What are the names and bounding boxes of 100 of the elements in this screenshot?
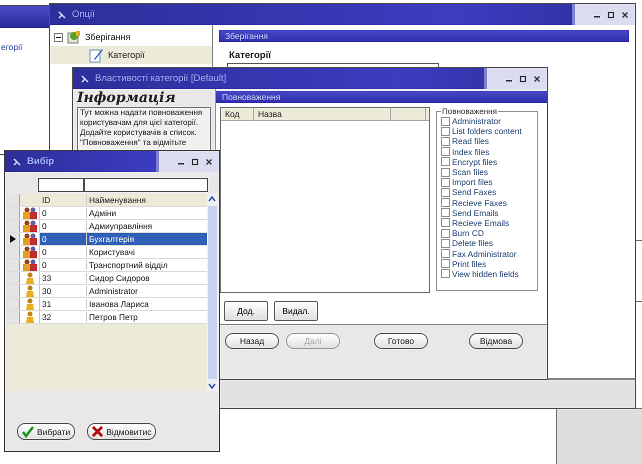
checkbox[interactable] (441, 249, 450, 258)
checkbox[interactable] (441, 178, 450, 187)
checkbox[interactable] (441, 147, 450, 156)
close-button[interactable] (205, 158, 213, 166)
column-header[interactable]: Назва (254, 108, 391, 120)
scroll-down-icon[interactable] (207, 381, 217, 391)
user-group-icon (22, 259, 38, 271)
grid-row[interactable]: 0 Користувачі (6, 246, 207, 259)
wizard-button[interactable]: Готово (374, 333, 428, 349)
permission-checkbox[interactable]: Print files (441, 258, 535, 269)
scroll-thumb[interactable] (208, 206, 217, 379)
info-heading: Інформація (77, 90, 177, 106)
checkbox[interactable] (441, 208, 450, 218)
permission-checkbox[interactable]: Send Faxes (441, 187, 535, 198)
checkbox[interactable] (441, 259, 450, 268)
filter-field[interactable] (38, 178, 84, 192)
checkbox[interactable] (441, 157, 450, 166)
panel-header: Зберігання (219, 30, 629, 42)
checkbox[interactable] (441, 116, 450, 126)
permission-checkbox[interactable]: Encrypt files (441, 156, 535, 167)
table-cell: 0 (40, 260, 87, 270)
grid-row[interactable]: 30 Administrator (6, 285, 207, 298)
row-pointer-icon (10, 235, 16, 243)
user-icon (24, 285, 36, 297)
user-group-icon (22, 207, 38, 219)
grid-row[interactable]: 0 Транспортний відділ (6, 259, 207, 272)
window-title: Опції (72, 9, 95, 20)
scroll-up-icon[interactable] (207, 194, 217, 204)
checkbox[interactable] (441, 218, 450, 228)
group-title: Повноваження (441, 107, 498, 116)
table-cell-text: Адміни (88, 208, 118, 218)
window-title: Властивості категорії [Default] (95, 73, 226, 84)
grid-row[interactable]: 0 Адміни (6, 207, 207, 220)
window-title: Вибір (27, 156, 54, 167)
permission-checkbox[interactable]: Read files (441, 136, 535, 147)
permission-checkbox[interactable]: Burn CD (441, 228, 535, 238)
checkbox[interactable] (441, 168, 450, 177)
maximize-button[interactable] (191, 158, 199, 166)
table-cell: 33 (40, 273, 87, 283)
table-cell: Бухгалтерія (87, 233, 207, 245)
permission-checkbox[interactable]: Recieve Emails (441, 218, 535, 228)
permission-checkbox[interactable]: View hidden fields (441, 268, 535, 279)
permission-checkbox[interactable]: Delete files (441, 238, 535, 248)
user-group-icon (22, 233, 38, 245)
maximize-button[interactable] (607, 10, 615, 18)
checkbox[interactable] (441, 228, 450, 238)
tree-item[interactable]: Категорії (50, 46, 212, 64)
permission-checkbox[interactable]: Send Emails (441, 208, 535, 218)
table-cell-text: Сидор Сидоров (88, 273, 151, 283)
app-icon (81, 74, 89, 82)
permission-checkbox[interactable]: Fax Administrator (441, 248, 535, 259)
checkbox[interactable] (441, 126, 450, 136)
permission-checkbox[interactable]: List folders content (441, 126, 535, 136)
table-cell: 0 (40, 233, 87, 245)
column-header[interactable]: Код (221, 108, 254, 120)
checkbox[interactable] (441, 188, 450, 197)
user-icon (24, 272, 36, 284)
permission-checkbox[interactable]: Administrator (441, 116, 535, 126)
checkbox[interactable] (441, 136, 450, 146)
wizard-button[interactable]: Назад (225, 333, 279, 349)
tree-item[interactable]: егорії (1, 42, 49, 52)
grid-row[interactable]: 31 Іванова Лариса (6, 298, 207, 311)
scrollbar[interactable] (207, 194, 218, 391)
dialog-button[interactable]: Відмовитис (87, 423, 156, 440)
dialog-button[interactable]: Вибрати (17, 423, 76, 440)
table-cell: 30 (40, 286, 87, 296)
table-cell: 32 (40, 312, 87, 322)
table-cell: 0 (40, 221, 87, 231)
pencil-icon (88, 47, 104, 63)
filter-field[interactable] (84, 178, 208, 192)
grid-row[interactable]: 33 Сидор Сидоров (6, 272, 207, 285)
grid-row[interactable]: 32 Петров Петр (6, 311, 207, 324)
table-cell: 0 (40, 247, 87, 257)
column-header[interactable]: Найменування (87, 195, 207, 205)
permission-checkbox[interactable]: Scan files (441, 166, 535, 178)
maximize-button[interactable] (519, 74, 527, 82)
grid-row[interactable]: 0 Бухгалтерія (6, 233, 207, 246)
grid-row[interactable]: 0 Адмиуправління (6, 220, 207, 233)
permission-checkbox[interactable]: Recieve Faxes (441, 198, 535, 208)
checkbox[interactable] (441, 269, 450, 278)
storage-icon (67, 30, 81, 44)
collapse-icon[interactable] (54, 32, 63, 42)
checkbox[interactable] (441, 198, 450, 208)
list-button[interactable]: Видал. (274, 301, 318, 321)
list-button[interactable]: Дод. (224, 301, 268, 321)
row-indicator[interactable] (6, 233, 20, 245)
table-cell: 31 (40, 299, 87, 309)
column-header[interactable]: ID (40, 195, 87, 205)
tree-item[interactable]: Зберігання (50, 28, 212, 46)
section-title: Категорії (229, 50, 272, 61)
permission-checkbox[interactable]: Import files (441, 177, 535, 188)
user-group-icon (22, 246, 38, 258)
table-cell-text: Користувачі (88, 247, 136, 257)
table-cell-text: Administrator (88, 286, 139, 296)
permission-checkbox[interactable]: Index files (441, 146, 535, 157)
wizard-button[interactable]: Відмова (469, 333, 523, 349)
checkbox[interactable] (441, 238, 450, 248)
app-icon (58, 10, 66, 18)
close-button[interactable] (621, 10, 629, 18)
close-button[interactable] (533, 74, 541, 82)
